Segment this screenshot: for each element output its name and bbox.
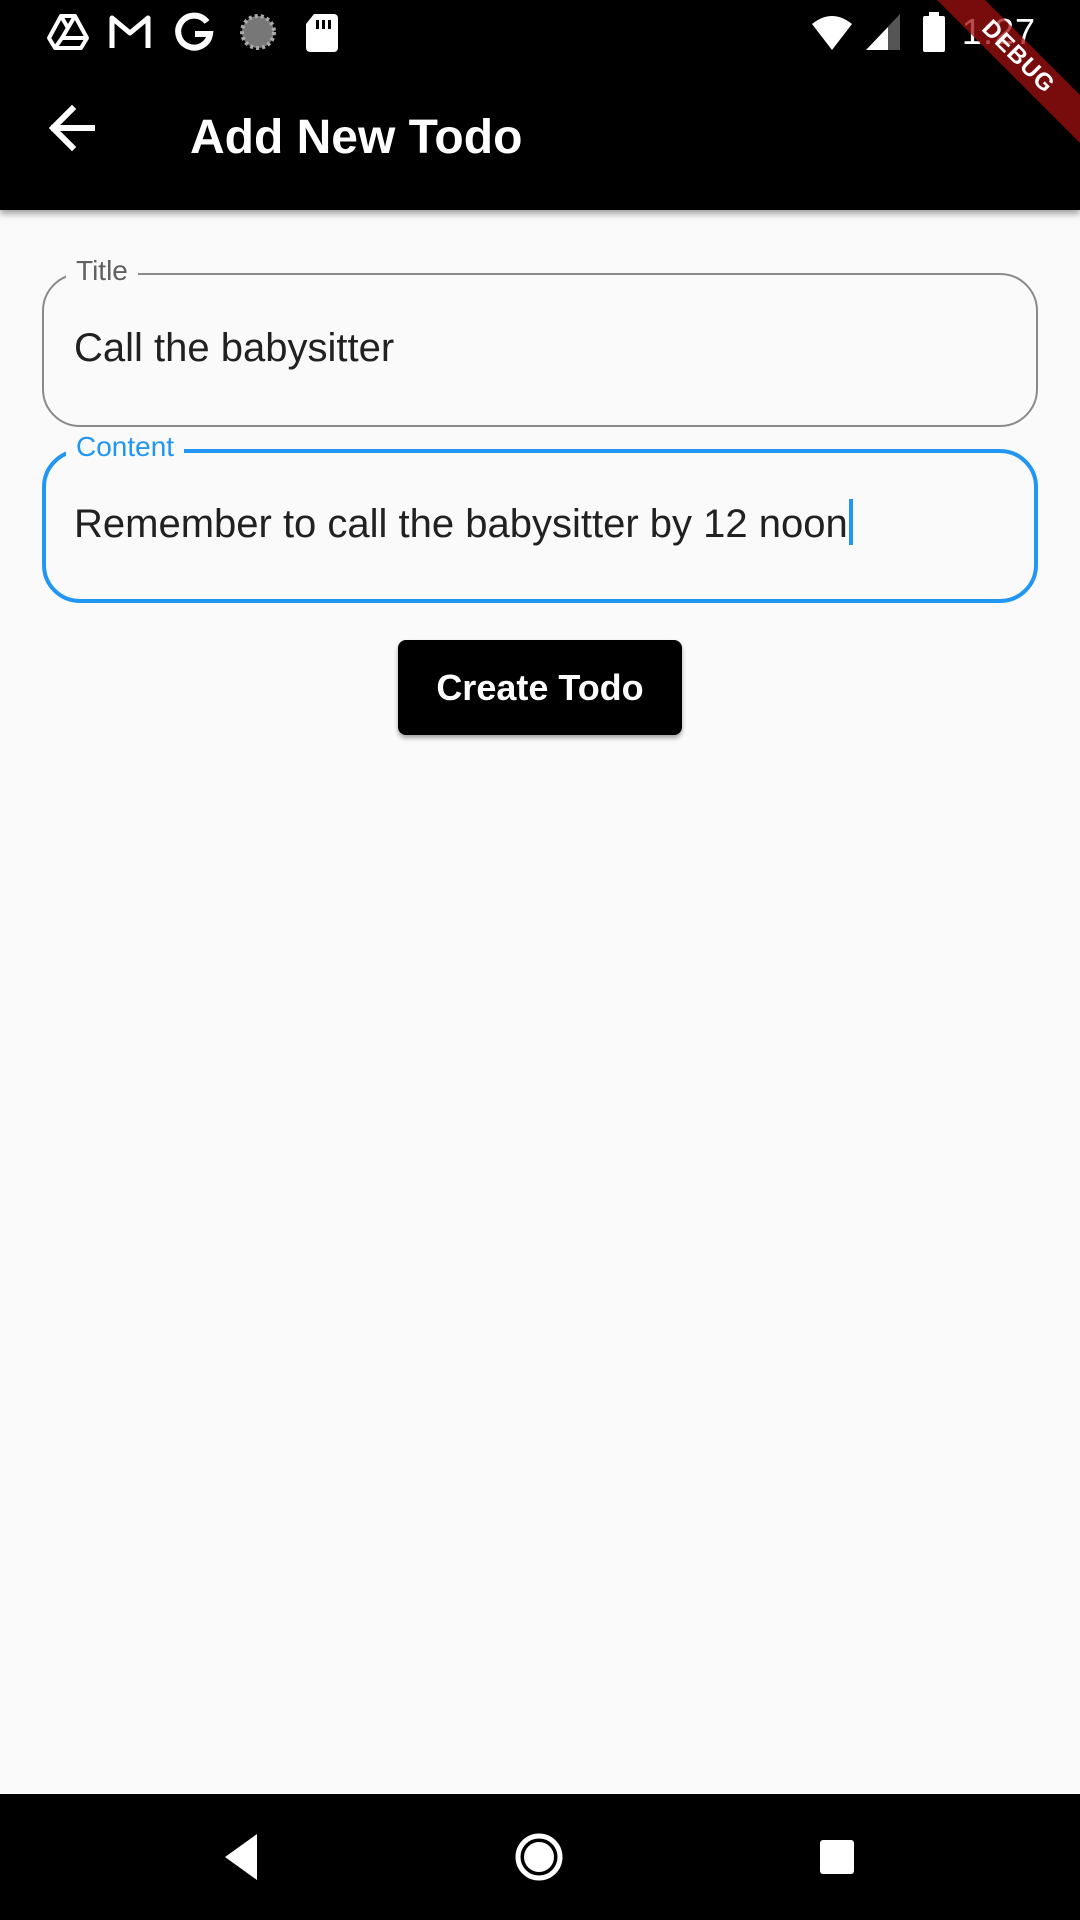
create-todo-button[interactable]: Create Todo [398, 640, 682, 735]
nav-home-button[interactable] [502, 1820, 576, 1894]
nav-back-button[interactable] [205, 1820, 279, 1894]
back-button[interactable] [30, 86, 114, 170]
app-bar: Add New Todo [0, 63, 1080, 210]
drive-icon [46, 10, 90, 54]
back-triangle-icon [205, 1834, 279, 1898]
title-field[interactable]: Title Call the babysitter [42, 253, 1038, 427]
status-bar: 1:27 [0, 0, 1080, 63]
sd-card-icon [300, 10, 344, 54]
page-title: Add New Todo [190, 111, 523, 164]
title-field-value[interactable]: Call the babysitter [74, 323, 394, 373]
gmail-icon [108, 10, 152, 54]
text-cursor [848, 499, 853, 545]
status-time: 1:27 [961, 11, 1036, 52]
arrow-back-icon [30, 104, 114, 174]
home-circle-icon [502, 1833, 576, 1898]
sync-icon [236, 10, 280, 54]
nav-recents-button[interactable] [800, 1820, 874, 1894]
recents-square-icon [800, 1840, 874, 1898]
wifi-icon [810, 10, 854, 54]
cell-signal-icon [862, 10, 906, 54]
content-field-label: Content [66, 429, 185, 465]
battery-icon [912, 10, 956, 54]
content-field-value[interactable]: Remember to call the babysitter by 12 no… [74, 502, 848, 546]
content-field[interactable]: Content Remember to call the babysitter … [42, 429, 1038, 603]
content-field-value-wrap[interactable]: Remember to call the babysitter by 12 no… [74, 499, 853, 549]
google-icon [172, 10, 216, 54]
title-field-label: Title [66, 253, 138, 289]
system-nav-bar [0, 1794, 1080, 1920]
